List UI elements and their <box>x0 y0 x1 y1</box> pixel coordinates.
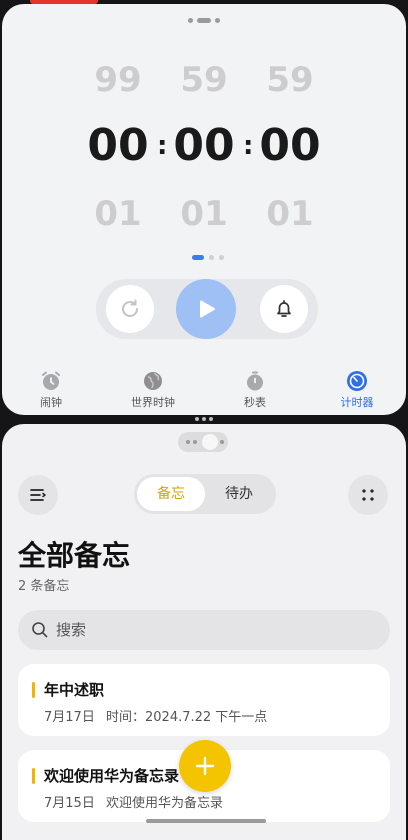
note-marker <box>32 768 35 784</box>
plus-icon <box>195 756 215 776</box>
hours-next[interactable]: 01 <box>78 190 158 238</box>
search-icon <box>32 622 48 638</box>
stopwatch-icon <box>247 371 263 391</box>
note-marker <box>32 682 35 698</box>
menu-button[interactable] <box>18 475 58 515</box>
more-dots-icon <box>362 489 374 501</box>
page-dot <box>219 255 224 260</box>
picker-row-previous: 99 59 59 <box>2 56 406 116</box>
note-title: 年中述职 <box>44 681 105 699</box>
tab-label: 世界时钟 <box>131 396 175 409</box>
minutes-prev[interactable]: 59 <box>164 56 244 104</box>
tab-alarm[interactable]: 闹钟 <box>6 370 96 410</box>
tab-label: 秒表 <box>244 396 266 409</box>
reset-icon <box>122 299 138 317</box>
window-drag-handle[interactable] <box>178 432 228 452</box>
seconds-prev[interactable]: 59 <box>250 56 330 104</box>
note-count: 2 条备忘 <box>18 579 70 594</box>
minutes-next[interactable]: 01 <box>164 190 244 238</box>
picker-row-next: 01 01 01 <box>2 190 406 250</box>
tab-stopwatch[interactable]: 秒表 <box>210 370 300 410</box>
search-bar[interactable]: 搜索 <box>18 610 390 650</box>
search-input[interactable]: 搜索 <box>56 610 86 650</box>
globe-icon <box>144 372 162 390</box>
start-button[interactable] <box>176 279 236 339</box>
reset-button[interactable] <box>106 285 154 333</box>
tab-label: 闹钟 <box>40 396 62 409</box>
hours-picker[interactable]: 00 <box>78 118 158 174</box>
page-indicator <box>192 255 224 260</box>
split-divider[interactable] <box>195 417 213 421</box>
hours-prev[interactable]: 99 <box>78 56 158 104</box>
note-date: 7月15日 <box>44 796 95 811</box>
window-drag-handle[interactable] <box>188 18 220 23</box>
notes-window: 备忘 待办 全部备忘 2 条备忘 搜索 年中述职 7月17日 时间：2024.7… <box>2 424 406 840</box>
add-note-button[interactable] <box>179 740 231 792</box>
seconds-next[interactable]: 01 <box>250 190 330 238</box>
tab-notes[interactable]: 备忘 <box>137 477 205 511</box>
tab-todo[interactable]: 待办 <box>205 477 273 511</box>
note-snippet: 欢迎使用华为备忘录 <box>106 796 224 811</box>
bell-icon <box>277 300 291 317</box>
page-dot-active <box>192 255 204 260</box>
more-options-button[interactable] <box>348 475 388 515</box>
note-card[interactable]: 年中述职 7月17日 时间：2024.7.22 下午一点 <box>18 664 390 736</box>
minutes-picker[interactable]: 00 <box>164 118 244 174</box>
clock-window: 99 59 59 00 : 00 : 00 01 01 01 闹钟 世界时钟 秒… <box>2 4 406 415</box>
page-dot <box>209 255 214 260</box>
notes-todo-switch: 备忘 待办 <box>134 474 276 514</box>
picker-row-current: 00 : 00 : 00 <box>2 118 406 178</box>
tab-world-clock[interactable]: 世界时钟 <box>108 370 198 410</box>
note-title: 欢迎使用华为备忘录 <box>44 767 180 785</box>
play-icon <box>200 300 215 318</box>
alarm-clock-icon <box>42 371 60 390</box>
tab-label: 计时器 <box>340 396 374 409</box>
timer-icon <box>347 371 367 391</box>
page-title: 全部备忘 <box>18 539 131 572</box>
menu-icon <box>30 489 46 501</box>
tab-timer[interactable]: 计时器 <box>312 370 402 410</box>
seconds-picker[interactable]: 00 <box>250 118 330 174</box>
bottom-tab-bar: 闹钟 世界时钟 秒表 计时器 <box>2 370 406 415</box>
note-snippet: 时间：2024.7.22 下午一点 <box>106 710 268 725</box>
note-date: 7月17日 <box>44 710 95 725</box>
timer-controls <box>96 279 318 339</box>
ringtone-button[interactable] <box>260 285 308 333</box>
home-indicator[interactable] <box>146 819 266 823</box>
